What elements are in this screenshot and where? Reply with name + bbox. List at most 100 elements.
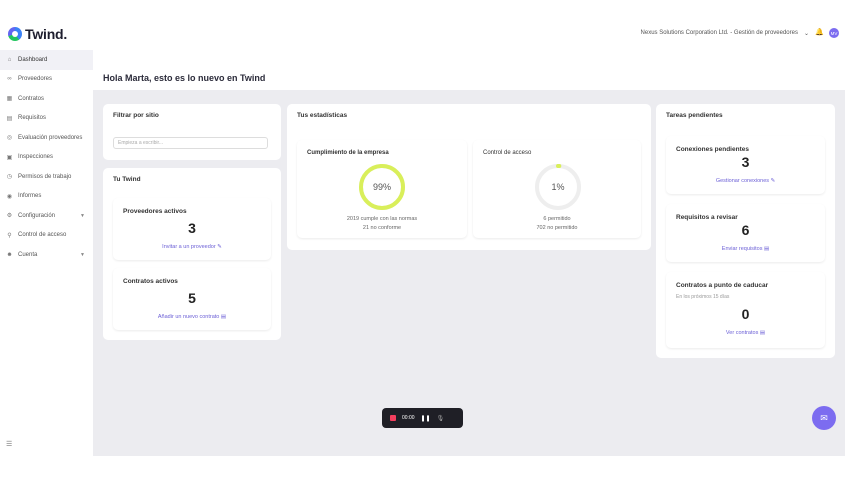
connections-card: Conexiones pendientes 3 Gestionar conexi… — [666, 136, 825, 194]
view-contracts-label: Ver contratos — [725, 330, 759, 336]
sidebar: ⌂ Dashboard ∞ Proveedores ▦ Contratos ▤ Requ… — [0, 50, 93, 456]
document-icon: ▤ — [764, 246, 770, 252]
document-icon: ▤ — [759, 330, 766, 336]
app-window: Twind. Nexus Solutions Corporation Ltd. … — [0, 22, 845, 456]
sidebar-item-informes[interactable]: ◉ Informes — [0, 187, 93, 207]
compliance-ring: 99% — [357, 162, 407, 212]
sidebar-item-label: Proveedores — [18, 76, 53, 83]
requirements-count: 6 — [741, 222, 750, 238]
sidebar-item-label: Cuenta — [18, 251, 38, 258]
sidebar-item-contratos[interactable]: ▦ Contratos — [0, 89, 93, 109]
contracts-title: Contratos activos — [123, 278, 178, 285]
site-search-input[interactable]: Empieza a escribir... — [113, 137, 268, 149]
chevron-down-icon: ▼ — [80, 212, 85, 219]
avatar[interactable]: MV — [829, 28, 839, 38]
sidebar-item-dashboard[interactable]: ⌂ Dashboard — [0, 50, 93, 70]
expiring-subtitle: En los próximos 15 días — [676, 294, 730, 300]
sidebar-item-control-acceso[interactable]: ⚲ Control de acceso — [0, 226, 93, 246]
recording-time: 00:00 — [402, 415, 415, 421]
send-requirements-label: Enviar requisitos — [721, 246, 763, 252]
access-line2: 702 no permitido — [536, 225, 578, 231]
access-ring: 1% — [533, 162, 583, 212]
key-icon: ⚲ — [7, 232, 12, 239]
stop-recording-button[interactable] — [390, 415, 396, 421]
company-selector[interactable]: Nexus Solutions Corporation Ltd. - Gesti… — [641, 30, 798, 36]
requirements-title: Requisitos a revisar — [676, 214, 738, 221]
invite-provider-label: Invitar a un proveedor — [162, 244, 216, 250]
document-icon: ▤ — [6, 115, 13, 122]
providers-title: Proveedores activos — [123, 208, 187, 215]
logo-icon — [8, 27, 22, 41]
sidebar-item-permisos[interactable]: ◷ Permisos de trabajo — [0, 167, 93, 187]
providers-count: 3 — [188, 220, 196, 236]
sidebar-item-proveedores[interactable]: ∞ Proveedores — [0, 70, 93, 90]
access-card: Control de acceso 1% 6 permitido 702 no … — [473, 140, 641, 238]
eye-icon: ◉ — [6, 193, 13, 200]
logo[interactable]: Twind. — [8, 26, 67, 42]
expiring-count: 0 — [741, 306, 750, 322]
sidebar-item-label: Control de acceso — [18, 232, 67, 239]
sidebar-item-label: Contratos — [18, 95, 45, 102]
chevron-down-icon[interactable]: ⌄ — [804, 30, 809, 37]
screen-recorder-bar: 00:00 ❚❚ 🎙 — [382, 408, 463, 428]
view-contracts-link[interactable]: Ver contratos ▤ — [666, 330, 825, 336]
invite-provider-link[interactable]: Invitar a un proveedor ✎ — [113, 244, 271, 250]
microphone-icon[interactable]: 🎙 — [437, 415, 445, 422]
providers-card: Proveedores activos 3 Invitar a un prove… — [113, 198, 271, 260]
main-content: Hola Marta, esto es lo nuevo en Twind Fi… — [93, 44, 845, 456]
sidebar-item-label: Inspecciones — [18, 154, 54, 161]
sidebar-item-label: Requisitos — [18, 115, 47, 122]
tasks-panel: Tareas pendientes Conexiones pendientes … — [656, 104, 835, 358]
sidebar-item-label: Permisos de trabajo — [18, 173, 72, 180]
tasks-title: Tareas pendientes — [666, 112, 723, 119]
grid-icon: ▦ — [6, 96, 13, 103]
access-percent: 1% — [551, 182, 565, 192]
tu-twind-title: Tu Twind — [113, 176, 141, 183]
clipboard-icon: ▣ — [6, 154, 13, 161]
send-requirements-link[interactable]: Enviar requisitos ▤ — [666, 246, 825, 252]
chat-icon: ✉ — [820, 412, 828, 423]
expiring-title: Contratos a punto de caducar — [676, 282, 769, 289]
sidebar-item-label: Informes — [18, 193, 42, 200]
sidebar-item-inspecciones[interactable]: ▣ Inspecciones — [0, 148, 93, 168]
home-icon: ⌂ — [7, 56, 12, 63]
manage-connections-link[interactable]: Gestionar conexiones ✎ — [666, 178, 825, 184]
gear-icon: ⚙ — [6, 213, 13, 220]
sidebar-item-requisitos[interactable]: ▤ Requisitos — [0, 109, 93, 129]
sidebar-item-evaluacion[interactable]: ◎ Evaluación proveedores — [0, 128, 93, 148]
chevron-down-icon: ▼ — [80, 251, 85, 258]
contracts-card: Contratos activos 5 Añadir un nuevo cont… — [113, 268, 271, 330]
link-icon: ✎ — [217, 244, 222, 250]
compliance-percent: 99% — [372, 182, 391, 192]
add-contract-label: Añadir un nuevo contrato — [157, 314, 220, 320]
add-contract-link[interactable]: Añadir un nuevo contrato ▤ — [113, 314, 271, 320]
compliance-card: Cumplimiento de la empresa 99% 2019 cump… — [297, 140, 467, 238]
compliance-line2: 21 no conforme — [362, 225, 402, 231]
sidebar-item-configuracion[interactable]: ⚙ Configuración ▼ — [0, 206, 93, 226]
stats-panel: Tus estadísticas Cumplimiento de la empr… — [287, 104, 651, 250]
sidebar-item-label: Configuración — [18, 212, 56, 219]
sidebar-item-label: Dashboard — [18, 56, 48, 63]
check-circle-icon: ◎ — [6, 135, 13, 142]
compliance-title: Cumplimiento de la empresa — [307, 150, 389, 156]
pause-icon[interactable]: ❚❚ — [421, 415, 431, 422]
bell-icon[interactable]: 🔔 — [815, 29, 824, 37]
chat-button[interactable]: ✉ — [812, 406, 836, 430]
link-icon: ✎ — [770, 178, 776, 184]
top-right-area: Nexus Solutions Corporation Ltd. - Gesti… — [641, 28, 839, 38]
expiring-card: Contratos a punto de caducar En los próx… — [666, 272, 825, 348]
stats-title: Tus estadísticas — [297, 112, 348, 119]
tu-twind-panel: Tu Twind Proveedores activos 3 Invitar a… — [103, 168, 281, 340]
link-icon: ∞ — [7, 76, 12, 83]
access-title: Control de acceso — [483, 150, 532, 156]
manage-connections-label: Gestionar conexiones — [715, 178, 770, 184]
compliance-line1: 2019 cumple con las normas — [346, 216, 418, 222]
user-icon: ☻ — [6, 251, 13, 258]
logo-text: Twind. — [25, 26, 68, 42]
sidebar-item-label: Evaluación proveedores — [18, 134, 83, 141]
collapse-sidebar-icon[interactable]: ☰ — [6, 440, 12, 448]
sidebar-item-cuenta[interactable]: ☻ Cuenta ▼ — [0, 245, 93, 265]
filter-panel: Filtrar por sitio Empieza a escribir... — [103, 104, 281, 160]
main-header: Hola Marta, esto es lo nuevo en Twind — [93, 44, 845, 90]
clock-icon: ◷ — [6, 174, 13, 181]
